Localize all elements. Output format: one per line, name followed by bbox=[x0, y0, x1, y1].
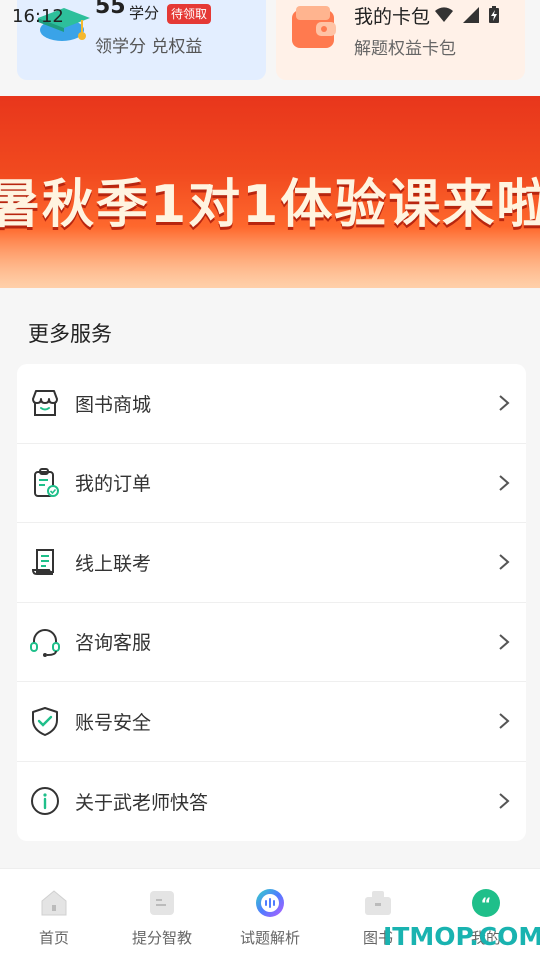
service-item-online-exam[interactable]: 线上联考 bbox=[17, 523, 526, 603]
service-item-book-mall[interactable]: 图书商城 bbox=[17, 364, 526, 444]
wifi-icon bbox=[435, 7, 453, 23]
signal-icon bbox=[463, 7, 479, 23]
svg-text:“: “ bbox=[481, 894, 492, 913]
service-item-label: 咨询客服 bbox=[75, 632, 152, 655]
headset-icon bbox=[30, 628, 60, 657]
more-services-title: 更多服务 bbox=[28, 322, 112, 346]
chevron-right-icon bbox=[499, 554, 510, 571]
nav-home[interactable]: 首页 bbox=[0, 869, 108, 960]
status-icons bbox=[434, 6, 500, 24]
exam-scroll-icon bbox=[31, 549, 54, 576]
service-item-label: 我的订单 bbox=[75, 473, 152, 496]
service-item-label: 关于武老师快答 bbox=[75, 791, 209, 814]
chevron-right-icon bbox=[499, 713, 510, 730]
service-item-label: 线上联考 bbox=[75, 552, 152, 575]
analysis-icon bbox=[256, 889, 284, 917]
service-item-label: 图书商城 bbox=[75, 393, 152, 416]
store-icon bbox=[365, 891, 391, 915]
service-list: 图书商城 我的订单 线上联考 咨询客服 账号安全 关于武老师快答 bbox=[17, 364, 526, 841]
shield-check-icon bbox=[32, 707, 58, 737]
service-item-customer-service[interactable]: 咨询客服 bbox=[17, 603, 526, 682]
profile-quote-icon: “ bbox=[472, 889, 500, 917]
nav-label: 首页 bbox=[38, 929, 69, 947]
service-item-about[interactable]: 关于武老师快答 bbox=[17, 762, 526, 842]
service-item-label: 账号安全 bbox=[75, 711, 152, 734]
chevron-right-icon bbox=[499, 395, 510, 412]
status-time: 16:12 bbox=[12, 6, 64, 27]
service-item-account-security[interactable]: 账号安全 bbox=[17, 682, 526, 762]
watermark: ITMOP.COM bbox=[383, 922, 540, 951]
nav-score-boost[interactable]: 提分智教 bbox=[108, 869, 216, 960]
banner-text: 暑秋季1对1体验课来啦 bbox=[0, 175, 540, 235]
nav-label: 试题解析 bbox=[239, 929, 300, 947]
home-icon bbox=[41, 890, 67, 916]
chevron-right-icon bbox=[499, 474, 510, 491]
info-icon bbox=[31, 787, 59, 816]
service-item-my-orders[interactable]: 我的订单 bbox=[17, 444, 526, 523]
nav-label: 提分智教 bbox=[131, 929, 192, 947]
credits-subtitle: 领学分 兑权益 bbox=[95, 37, 203, 57]
credits-value: 55 bbox=[95, 0, 126, 19]
wallet-icon bbox=[292, 6, 336, 48]
nav-question-analysis[interactable]: 试题解析 bbox=[216, 869, 324, 960]
order-clipboard-icon bbox=[34, 467, 59, 497]
wallet-title: 我的卡包 bbox=[354, 6, 431, 28]
chevron-right-icon bbox=[499, 793, 510, 810]
promo-banner[interactable]: 暑秋季1对1体验课来啦 bbox=[0, 96, 540, 288]
wallet-subtitle: 解题权益卡包 bbox=[354, 39, 456, 59]
to-claim-badge: 待领取 bbox=[167, 4, 212, 24]
credits-unit: 学分 bbox=[129, 4, 160, 22]
chevron-right-icon bbox=[499, 633, 510, 650]
battery-icon bbox=[489, 6, 499, 23]
shop-icon bbox=[32, 390, 58, 417]
book-icon bbox=[150, 891, 174, 915]
